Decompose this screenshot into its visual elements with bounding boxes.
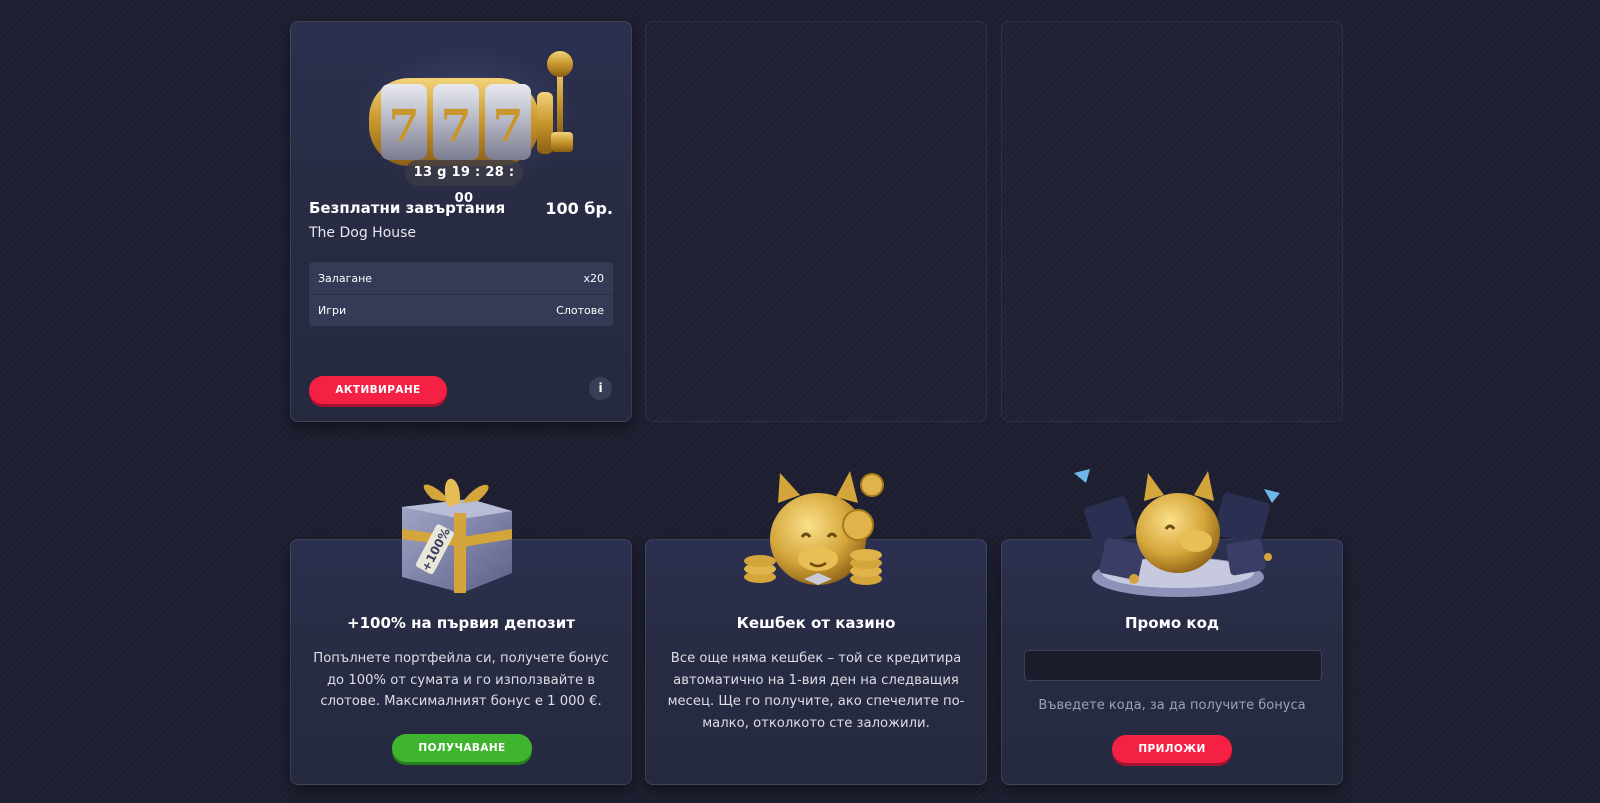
info-icon[interactable]: i: [589, 377, 612, 400]
promo-code-hint: Въведете кода, за да получите бонуса: [1038, 698, 1306, 713]
promo-title: +100% на първия депозит: [347, 614, 575, 632]
activate-button[interactable]: АКТИВИРАНЕ: [309, 376, 447, 404]
bonus-params-table: Залагане x20 Игри Слотове: [309, 262, 613, 326]
bonus-amount: 100 бр.: [545, 199, 613, 218]
promo-code-input[interactable]: [1024, 650, 1322, 681]
piggy-bank-gifts-icon: [1074, 469, 1280, 597]
apply-code-button[interactable]: ПРИЛОЖИ: [1112, 735, 1232, 763]
svg-text:7: 7: [389, 101, 420, 152]
param-row-wager: Залагане x20: [309, 262, 613, 294]
promo-title: Кешбек от казино: [736, 614, 896, 632]
empty-bonus-slot: [1001, 21, 1343, 422]
param-label: Игри: [318, 304, 347, 317]
bonus-card-free-spins: 7 7 7 13 g 19 : 28 : 00 Безплатни завърт…: [290, 21, 632, 422]
bonus-game-name: The Dog House: [309, 225, 417, 241]
param-value: Слотове: [556, 304, 604, 317]
promo-description: Попълнете портфейла си, получете бонус д…: [313, 651, 609, 709]
svg-text:7: 7: [441, 101, 472, 152]
get-bonus-button[interactable]: ПОЛУЧАВАНЕ: [392, 734, 532, 762]
promo-description: Все още няма кешбек – той се кредитира а…: [667, 651, 965, 731]
bonus-timer: 13 g 19 : 28 : 00: [405, 160, 523, 206]
param-row-games: Игри Слотове: [309, 294, 613, 326]
param-label: Залагане: [318, 271, 373, 285]
bonus-title: Безплатни завъртания: [309, 199, 506, 217]
svg-text:7: 7: [493, 101, 524, 152]
piggy-bank-icon: [744, 471, 884, 585]
param-value: x20: [583, 271, 604, 285]
gift-box-icon: +100%: [402, 478, 512, 593]
promo-title: Промо код: [1125, 614, 1219, 632]
empty-bonus-slot: [645, 21, 987, 422]
